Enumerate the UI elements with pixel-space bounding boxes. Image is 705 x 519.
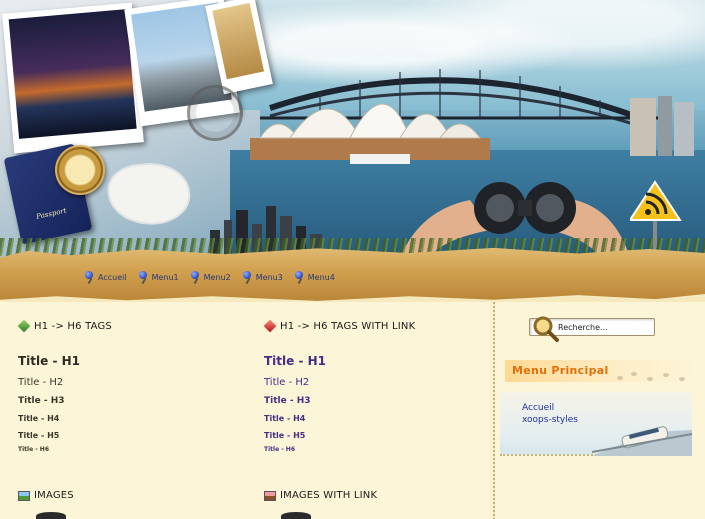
pushpin-icon (190, 271, 202, 283)
pushpin-icon (84, 271, 96, 283)
opera-house-image (250, 103, 490, 164)
section-title: H1 -> H6 TAGS WITH LINK (280, 320, 416, 332)
nav-label: Menu1 (151, 272, 179, 282)
red-gem-icon (263, 319, 277, 333)
menu-link-accueil[interactable]: Accueil (522, 403, 554, 413)
title-h1: Title - H1 (18, 354, 81, 368)
section-title: IMAGES (34, 490, 74, 501)
compass-icon (55, 145, 105, 195)
nav-item-menu3[interactable]: Menu3 (242, 270, 283, 284)
postmark-stamp (187, 85, 243, 141)
images-heading: IMAGES (18, 490, 74, 501)
passport-label: Passport (35, 206, 68, 221)
title-h4: Title - H4 (18, 414, 60, 423)
section-title: H1 -> H6 TAGS (34, 320, 112, 332)
main-nav: Accueil Menu1 Menu2 Menu3 Menu4 (84, 270, 346, 284)
menu-title: Menu Principal (512, 364, 609, 377)
pushpin-icon (138, 271, 150, 283)
magnifier-icon[interactable] (531, 314, 559, 342)
search-input[interactable] (558, 320, 652, 334)
nav-item-accueil[interactable]: Accueil (84, 270, 127, 284)
title-h3-link[interactable]: Title - H3 (264, 396, 489, 408)
image-link-thumbnail[interactable] (281, 512, 311, 519)
title-h1-link[interactable]: Title - H1 (264, 354, 489, 370)
nav-label: Menu4 (307, 272, 335, 282)
section-heading: H1 -> H6 TAGS WITH LINK (263, 318, 489, 334)
section-heading: H1 -> H6 TAGS (17, 318, 253, 334)
title-h6-link[interactable]: Title - H6 (264, 446, 489, 455)
title-h3: Title - H3 (18, 396, 65, 406)
title-h6: Title - H6 (18, 446, 50, 453)
title-h5: Title - H5 (18, 431, 60, 440)
nav-label: Accueil (98, 272, 127, 282)
title-h2: Title - H2 (18, 377, 64, 388)
image-icon (18, 490, 30, 501)
green-gem-icon (17, 319, 31, 333)
headings-link-column: H1 -> H6 TAGS WITH LINK Title - H1 Title… (263, 318, 489, 455)
images-link-heading: IMAGES WITH LINK (264, 490, 377, 501)
monorail-image (592, 426, 692, 456)
nav-item-menu4[interactable]: Menu4 (294, 270, 335, 284)
title-h2-link[interactable]: Title - H2 (264, 377, 489, 390)
menu-link-xoops-styles[interactable]: xoops-styles (522, 415, 578, 425)
footprints-icon (617, 372, 685, 381)
header-banner: Passport (0, 0, 705, 262)
nav-label: Menu3 (255, 272, 283, 282)
nav-item-menu1[interactable]: Menu1 (138, 270, 179, 284)
nav-item-menu2[interactable]: Menu2 (190, 270, 231, 284)
section-title: IMAGES WITH LINK (280, 490, 378, 501)
pushpin-icon (242, 271, 254, 283)
nav-label: Menu2 (203, 272, 231, 282)
headings-column: H1 -> H6 TAGS Title - H1 Title - H2 Titl… (17, 318, 253, 455)
image-link-icon (264, 490, 276, 501)
pushpin-icon (294, 271, 306, 283)
title-h5-link[interactable]: Title - H5 (264, 431, 489, 442)
image-thumbnail (36, 512, 66, 519)
title-h4-link[interactable]: Title - H4 (264, 414, 489, 426)
photo-sydney-night (2, 2, 144, 154)
